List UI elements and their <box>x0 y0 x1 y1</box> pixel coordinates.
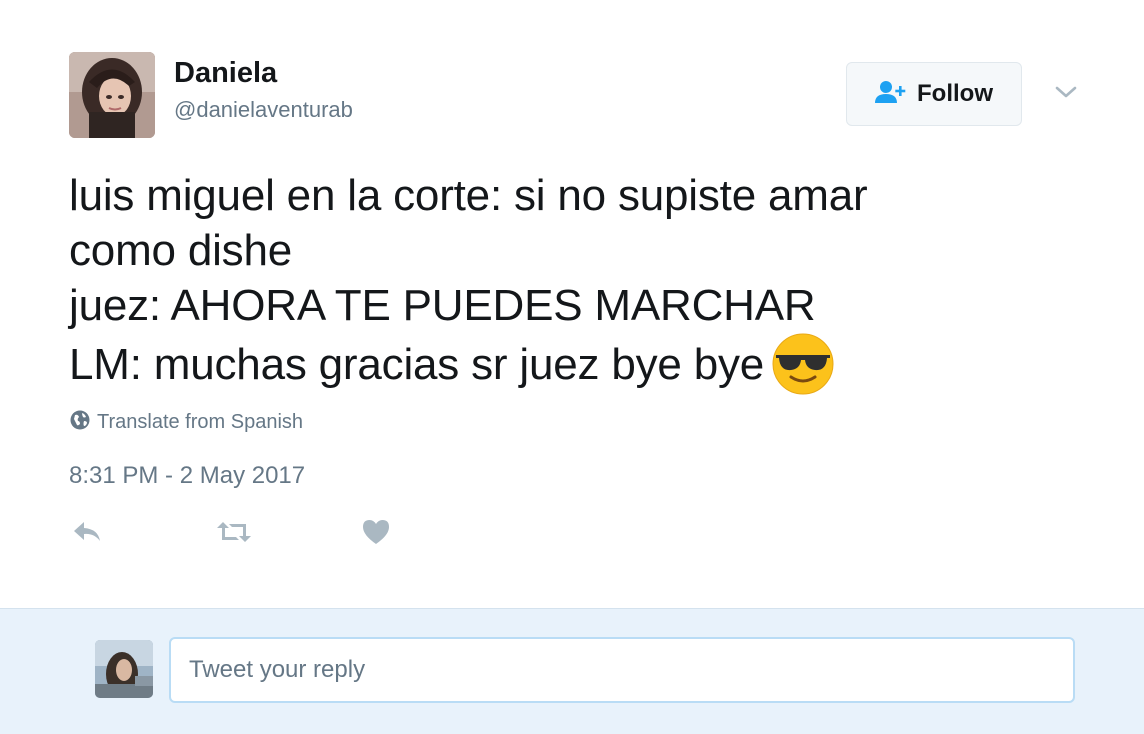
reply-input[interactable] <box>169 637 1075 703</box>
follow-person-plus-icon <box>875 80 907 109</box>
user-handle[interactable]: @danielaventurab <box>174 96 353 124</box>
tweet-text-line: como dishe <box>69 226 293 275</box>
tweet-text: luis miguel en la corte: si no supiste a… <box>69 168 969 395</box>
heart-icon <box>361 518 391 551</box>
globe-icon <box>69 409 91 436</box>
like-action[interactable] <box>358 518 394 550</box>
reply-action[interactable] <box>69 518 105 550</box>
chevron-down-icon[interactable] <box>1053 80 1079 104</box>
tweet-timestamp[interactable]: 8:31 PM - 2 May 2017 <box>69 462 305 490</box>
translate-label: Translate from Spanish <box>97 411 304 433</box>
retweet-icon <box>216 519 252 550</box>
retweet-action[interactable] <box>216 518 252 550</box>
tweet-text-line-content: LM: muchas gracias sr juez bye bye <box>69 340 765 389</box>
follow-button[interactable]: Follow <box>846 62 1022 126</box>
user-display-name[interactable]: Daniela <box>174 56 277 90</box>
translate-link[interactable]: Translate from Spanish <box>69 409 303 436</box>
tweet-text-line: LM: muchas gracias sr juez bye bye <box>69 333 969 395</box>
tweet-text-line: luis miguel en la corte: si no supiste a… <box>69 171 868 220</box>
reply-bar <box>0 608 1144 734</box>
user-avatar[interactable] <box>69 52 155 138</box>
tweet-card: Daniela @danielaventurab Follow luis mig… <box>0 0 1144 608</box>
sunglasses-emoji-icon <box>772 333 834 395</box>
reply-icon <box>71 519 103 550</box>
follow-button-label: Follow <box>917 80 993 107</box>
tweet-text-line: juez: AHORA TE PUEDES MARCHAR <box>69 281 816 330</box>
current-user-avatar <box>95 640 153 698</box>
